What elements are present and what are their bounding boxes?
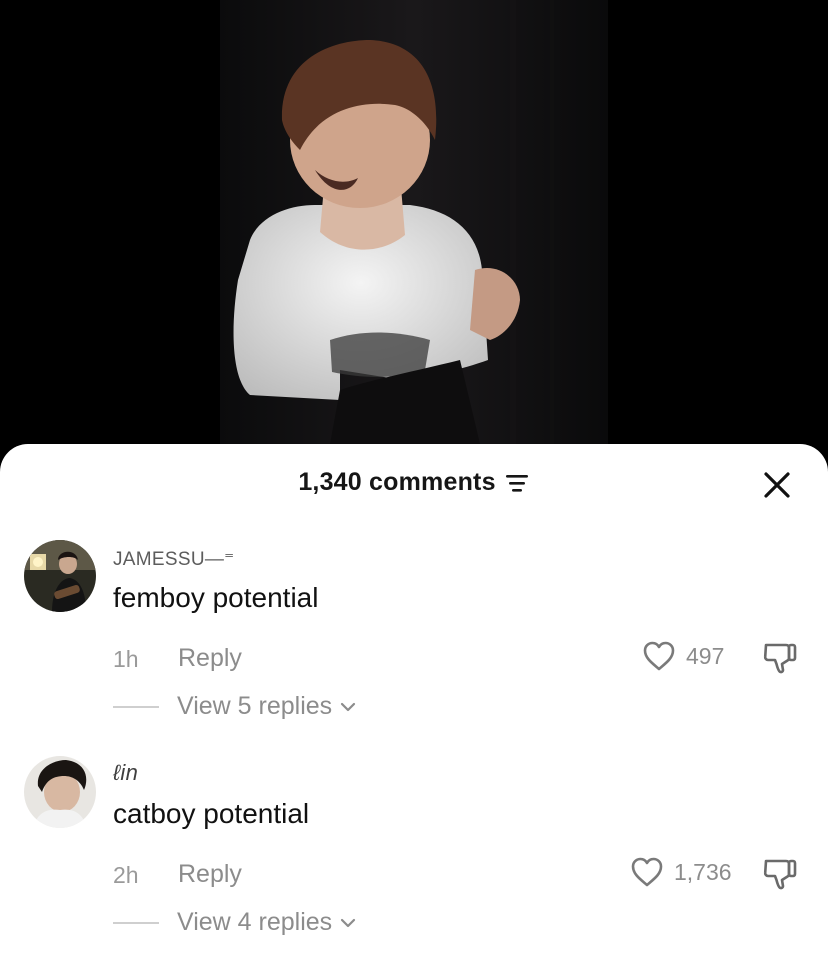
reply-button[interactable]: Reply: [178, 860, 242, 889]
comment-text: catboy potential: [113, 798, 310, 829]
comment-timestamp: 2h: [113, 862, 139, 888]
chevron-down-icon: [341, 702, 356, 711]
video-frame[interactable]: [220, 0, 608, 444]
comment-count-title: 1,340 comments: [0, 468, 828, 497]
comment-timestamp: 1h: [113, 646, 139, 672]
view-replies-label: View 5 replies: [177, 692, 333, 720]
close-icon[interactable]: [760, 468, 794, 502]
view-replies-button[interactable]: View 5 replies: [113, 692, 356, 721]
like-button[interactable]: 497: [642, 640, 724, 672]
view-replies-button[interactable]: View 4 replies: [113, 908, 356, 937]
dislike-icon[interactable]: [762, 856, 798, 890]
chevron-down-icon: [341, 918, 356, 927]
reply-button[interactable]: Reply: [178, 644, 242, 673]
video-thumbnail-image: [220, 0, 608, 444]
heart-icon[interactable]: [630, 856, 664, 888]
comment-username[interactable]: ℓin: [113, 760, 138, 786]
comment-text: femboy potential: [113, 582, 319, 613]
like-button[interactable]: 1,736: [630, 856, 732, 888]
heart-icon[interactable]: [642, 640, 676, 672]
avatar[interactable]: [24, 540, 96, 612]
avatar-image: [24, 756, 96, 828]
avatar[interactable]: [24, 756, 96, 828]
comment-username[interactable]: JAMESSU—⁼: [113, 548, 234, 571]
like-count: 1,736: [674, 858, 732, 885]
dislike-icon[interactable]: [762, 640, 798, 674]
avatar-image: [24, 540, 96, 612]
replies-divider: [113, 705, 159, 708]
like-count: 497: [686, 642, 725, 669]
comments-sheet: 1,340 comments JAMESSU—⁼ femboy potentia…: [0, 444, 828, 958]
video-player[interactable]: [0, 0, 828, 470]
comment-count-label: 1,340 comments: [298, 468, 496, 496]
replies-divider: [113, 921, 159, 924]
sort-icon[interactable]: [504, 472, 530, 494]
comments-header: 1,340 comments: [0, 468, 828, 504]
view-replies-label: View 4 replies: [177, 908, 333, 936]
